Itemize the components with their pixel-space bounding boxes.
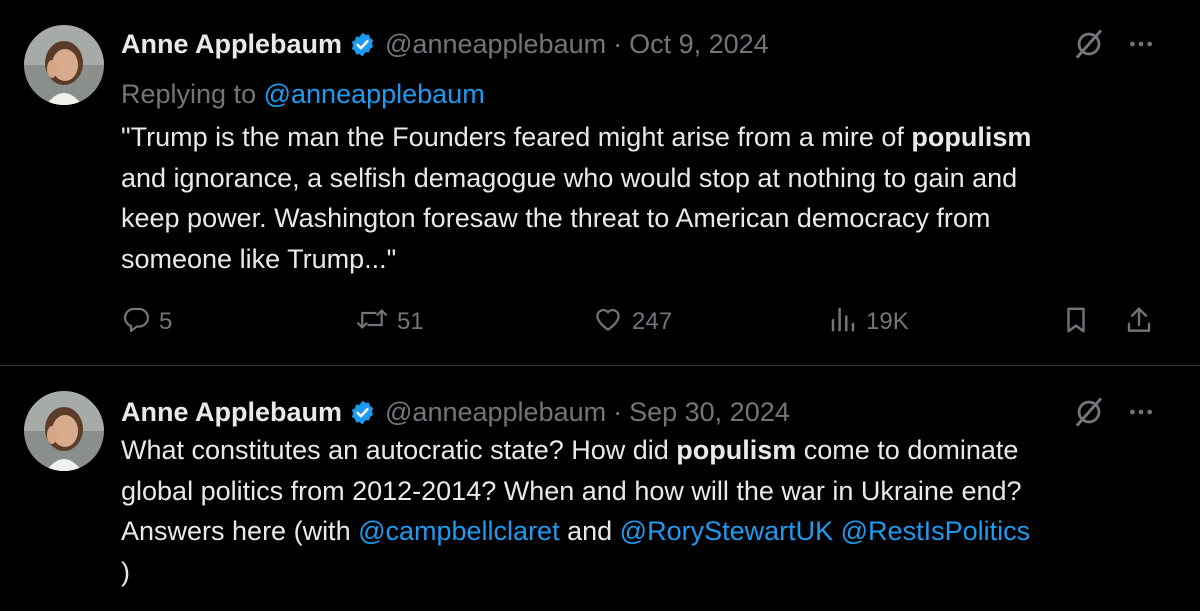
grok-icon[interactable]	[1072, 395, 1106, 434]
tweet-text-line: )	[121, 556, 130, 587]
author-handle[interactable]: @anneapplebaum	[385, 394, 606, 430]
tweet-date[interactable]: Sep 30, 2024	[629, 394, 790, 430]
tweet-text-line: "Trump is the man the Founders feared mi…	[121, 117, 1171, 158]
tweet-header: Anne Applebaum @anneapplebaum · Sep 30, …	[121, 394, 790, 430]
text-segment	[833, 516, 841, 546]
mention-link-restispolitics[interactable]: @RestIsPolitics	[841, 516, 1030, 546]
bold-keyword: populism	[911, 122, 1032, 152]
bookmark-button[interactable]	[1061, 305, 1091, 339]
grok-icon[interactable]	[1072, 27, 1106, 66]
tweet-text-line: Answers here (with @campbellclaret and @…	[121, 511, 1171, 552]
repost-count: 51	[397, 308, 424, 335]
tweet-2[interactable]: Anne Applebaum @anneapplebaum · Sep 30, …	[0, 366, 1200, 611]
verified-badge-icon	[349, 399, 376, 426]
repost-button[interactable]: 51	[355, 305, 424, 339]
tweet-text-line: and ignorance, a selfish demagogue who w…	[121, 162, 1018, 193]
verified-badge-icon	[349, 31, 376, 58]
replying-to: Replying to @anneapplebaum	[121, 76, 485, 112]
reply-button[interactable]: 5	[121, 305, 172, 339]
author-name[interactable]: Anne Applebaum	[121, 26, 342, 62]
text-segment: "Trump is the man the Founders feared mi…	[121, 122, 912, 152]
text-segment: Answers here (with	[121, 516, 359, 546]
mention-link-rorystewartuk[interactable]: @RoryStewartUK	[620, 516, 833, 546]
repost-icon	[355, 304, 389, 341]
tweet-top-actions	[1072, 28, 1154, 64]
reply-icon	[121, 304, 151, 341]
replying-to-label: Replying to	[121, 79, 257, 109]
reply-count: 5	[159, 308, 173, 335]
separator-dot: ·	[613, 29, 623, 59]
views-count: 19K	[866, 308, 909, 335]
bookmark-icon	[1061, 304, 1091, 341]
separator-dot: ·	[613, 397, 623, 427]
text-segment: come to dominate	[796, 435, 1019, 465]
more-icon[interactable]	[1128, 31, 1154, 62]
tweet-top-actions	[1072, 396, 1154, 432]
tweet-text-line: keep power. Washington foresaw the threa…	[121, 203, 991, 233]
more-icon[interactable]	[1128, 399, 1154, 430]
views-button[interactable]: 19K	[828, 305, 909, 339]
author-handle[interactable]: @anneapplebaum	[385, 26, 606, 62]
tweet-date[interactable]: Oct 9, 2024	[629, 26, 769, 62]
text-segment: What constitutes an autocratic state? Ho…	[121, 435, 677, 465]
replying-to-handle-link[interactable]: @anneapplebaum	[264, 79, 485, 109]
tweet-text: What constitutes an autocratic state? Ho…	[121, 430, 1171, 592]
mention-link-campbellclaret[interactable]: @campbellclaret	[358, 516, 560, 546]
tweet-text: "Trump is the man the Founders feared mi…	[121, 117, 1171, 279]
tweet-header: Anne Applebaum @anneapplebaum · Oct 9, 2…	[121, 26, 769, 62]
text-segment: and	[559, 516, 620, 546]
author-avatar[interactable]	[24, 391, 104, 471]
share-button[interactable]	[1124, 305, 1154, 339]
like-count: 247	[632, 308, 673, 335]
like-icon	[592, 304, 624, 341]
like-button[interactable]: 247	[592, 305, 672, 339]
tweet-text-line: What constitutes an autocratic state? Ho…	[121, 430, 1171, 471]
tweet-1[interactable]: Anne Applebaum @anneapplebaum · Oct 9, 2…	[0, 0, 1200, 366]
author-avatar[interactable]	[24, 25, 104, 105]
bold-keyword: populism	[676, 435, 797, 465]
author-name[interactable]: Anne Applebaum	[121, 394, 342, 430]
tweet-text-line: global politics from 2012-2014? When and…	[121, 475, 1022, 506]
share-icon	[1124, 304, 1154, 341]
tweet-text-line: someone like Trump..."	[121, 243, 397, 274]
views-icon	[828, 304, 858, 341]
